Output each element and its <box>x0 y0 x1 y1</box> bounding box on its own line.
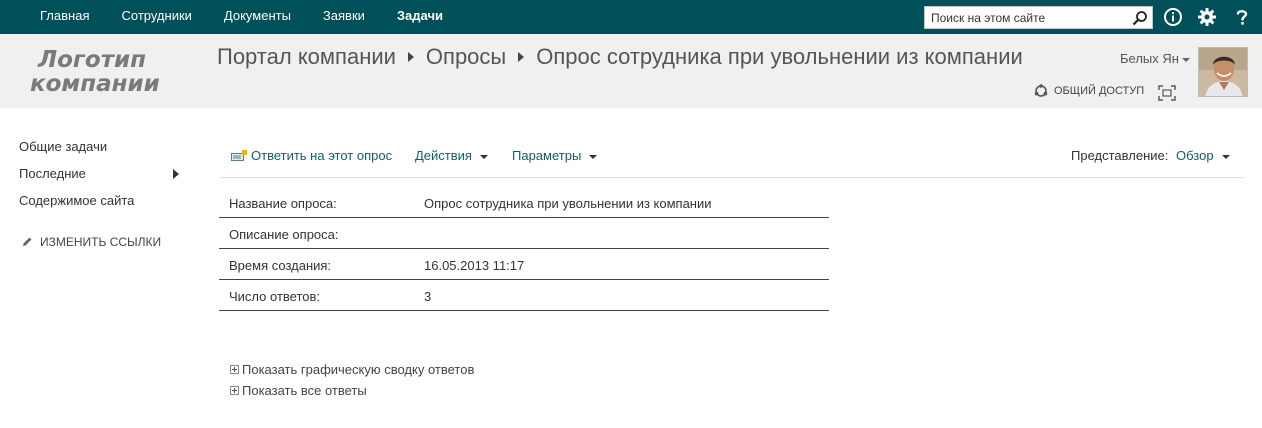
info-icon[interactable] <box>1163 7 1183 27</box>
settings-menu[interactable]: Параметры <box>512 148 598 163</box>
chevron-down-icon <box>1221 154 1230 159</box>
details-value: 16.05.2013 11:17 <box>424 258 525 273</box>
respond-label: Ответить на этот опрос <box>251 148 393 163</box>
leftnav-item-label: Содержимое сайта <box>19 193 135 208</box>
nav-item-documents[interactable]: Документы <box>208 0 307 34</box>
breadcrumb-surveys[interactable]: Опросы <box>426 44 506 70</box>
logo-line-1: Логотип <box>38 47 147 73</box>
top-bar: Главная Сотрудники Документы Заявки Зада… <box>0 0 1262 34</box>
avatar[interactable] <box>1198 47 1248 97</box>
view-selector[interactable]: Обзор <box>1176 148 1230 163</box>
actions-label: Действия <box>415 148 472 163</box>
survey-toolbar: Ответить на этот опрос Действия Параметр… <box>219 138 1244 178</box>
focus-on-content-icon[interactable] <box>1158 85 1176 101</box>
user-photo-icon <box>1199 48 1247 96</box>
breadcrumb: Портал компании Опросы Опрос сотрудника … <box>217 44 1023 70</box>
details-row-created: Время создания: 16.05.2013 11:17 <box>219 249 829 280</box>
edit-links-button[interactable]: ИЗМЕНИТЬ ССЫЛКИ <box>21 235 161 249</box>
survey-details: Название опроса: Опрос сотрудника при ув… <box>219 187 829 311</box>
quick-launch: Общие задачи Последние Содержимое сайта <box>19 138 189 219</box>
breadcrumb-separator-icon <box>407 52 414 62</box>
gear-icon[interactable] <box>1197 7 1217 27</box>
view-label: Представление: <box>1071 148 1169 163</box>
details-row-title: Название опроса: Опрос сотрудника при ув… <box>219 187 829 218</box>
details-value: Опрос сотрудника при увольнении из компа… <box>424 196 712 211</box>
view-value: Обзор <box>1176 148 1214 163</box>
leftnav-item-recent[interactable]: Последние <box>19 165 189 192</box>
nav-item-employees[interactable]: Сотрудники <box>105 0 207 34</box>
chevron-down-icon <box>479 154 488 159</box>
share-label: ОБЩИЙ ДОСТУП <box>1054 85 1145 97</box>
pencil-icon <box>23 237 32 246</box>
expand-plus-icon <box>230 386 239 395</box>
site-search <box>924 6 1153 29</box>
details-key: Название опроса: <box>229 196 337 211</box>
respond-to-survey-button[interactable]: Ответить на этот опрос <box>231 148 392 163</box>
share-button[interactable]: ОБЩИЙ ДОСТУП <box>1034 84 1144 98</box>
company-logo[interactable]: Логотип компании <box>30 48 190 96</box>
details-key: Время создания: <box>229 258 332 273</box>
site-header: Логотип компании Портал компании Опросы … <box>0 34 1262 108</box>
details-key: Описание опроса: <box>229 227 339 242</box>
details-key: Число ответов: <box>229 289 321 304</box>
chevron-right-icon[interactable] <box>173 169 179 179</box>
show-all-responses-link[interactable]: Показать все ответы <box>230 383 367 398</box>
leftnav-item-label: Последние <box>19 166 86 181</box>
help-icon[interactable] <box>1232 7 1252 27</box>
logo-line-2: компании <box>30 71 160 97</box>
chevron-down-icon <box>1181 57 1190 62</box>
respond-icon <box>231 149 247 161</box>
leftnav-item-label: Общие задачи <box>19 139 108 154</box>
show-graphical-summary-link[interactable]: Показать графическую сводку ответов <box>230 362 474 377</box>
search-input[interactable] <box>925 7 1125 28</box>
user-name: Белых Ян <box>1120 51 1179 66</box>
share-icon <box>1034 84 1048 97</box>
leftnav-item-site-contents[interactable]: Содержимое сайта <box>19 192 189 219</box>
user-menu[interactable]: Белых Ян <box>1120 51 1190 66</box>
nav-item-requests[interactable]: Заявки <box>307 0 381 34</box>
leftnav-item-shared-tasks[interactable]: Общие задачи <box>19 138 189 165</box>
breadcrumb-separator-icon <box>518 52 525 62</box>
nav-item-home[interactable]: Главная <box>24 0 105 34</box>
actions-menu[interactable]: Действия <box>415 148 488 163</box>
page-title: Опрос сотрудника при увольнении из компа… <box>536 44 1023 69</box>
details-value: 3 <box>424 289 432 304</box>
expand-link-label: Показать все ответы <box>242 383 367 398</box>
expand-plus-icon <box>230 365 239 374</box>
details-row-description: Описание опроса: <box>219 218 829 249</box>
expand-link-label: Показать графическую сводку ответов <box>242 362 475 377</box>
edit-links-label: ИЗМЕНИТЬ ССЫЛКИ <box>40 235 162 249</box>
details-row-responses: Число ответов: 3 <box>219 280 829 311</box>
breadcrumb-portal[interactable]: Портал компании <box>217 44 396 70</box>
nav-item-tasks[interactable]: Задачи <box>381 0 459 34</box>
settings-label: Параметры <box>512 148 582 163</box>
chevron-down-icon <box>589 154 598 159</box>
search-icon[interactable] <box>1132 10 1148 26</box>
global-nav: Главная Сотрудники Документы Заявки Зада… <box>24 0 459 34</box>
